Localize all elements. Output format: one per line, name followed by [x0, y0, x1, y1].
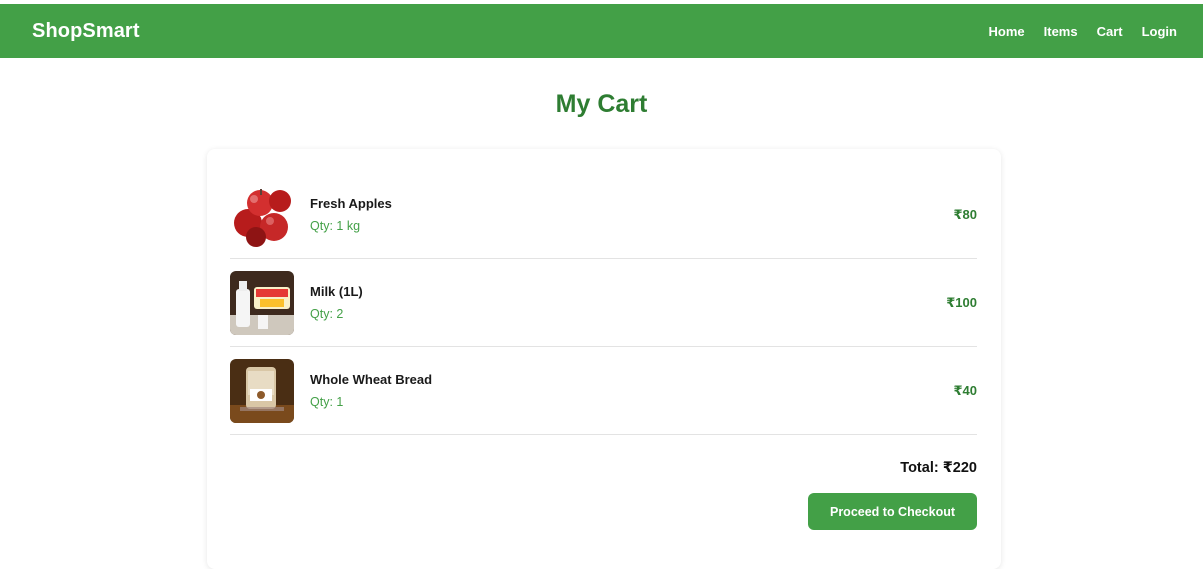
- main-nav: Home Items Cart Login: [970, 24, 1178, 39]
- item-quantity: Qty: 2: [310, 307, 344, 321]
- cart-card: Fresh Apples Qty: 1 kg ₹80 Milk (1L) Qty…: [207, 149, 1001, 569]
- item-name: Milk (1L): [310, 284, 363, 299]
- cart-item: Milk (1L) Qty: 2 ₹100: [230, 259, 977, 347]
- nav-items-link[interactable]: Items: [1044, 24, 1078, 39]
- nav-cart-link[interactable]: Cart: [1097, 24, 1123, 39]
- proceed-to-checkout-button[interactable]: Proceed to Checkout: [808, 493, 977, 530]
- item-name: Fresh Apples: [310, 196, 392, 211]
- item-price: ₹80: [953, 206, 977, 222]
- top-navbar: ShopSmart Home Items Cart Login: [0, 4, 1203, 58]
- item-info: Whole Wheat Bread Qty: 1: [310, 372, 953, 409]
- cart-item: Whole Wheat Bread Qty: 1 ₹40: [230, 347, 977, 435]
- item-quantity: Qty: 1: [310, 395, 344, 409]
- item-price: ₹40: [953, 382, 977, 398]
- cart-total: Total: ₹220: [900, 460, 977, 476]
- item-info: Fresh Apples Qty: 1 kg: [310, 196, 953, 233]
- checkout-area: Proceed to Checkout: [230, 493, 977, 530]
- nav-login-link[interactable]: Login: [1142, 24, 1177, 39]
- nav-home-link[interactable]: Home: [989, 24, 1025, 39]
- milk-photo-icon: [230, 270, 294, 335]
- page-title: My Cart: [555, 90, 648, 118]
- item-price: ₹100: [946, 294, 977, 310]
- item-quantity: Qty: 1 kg: [310, 219, 361, 233]
- cart-item: Fresh Apples Qty: 1 kg ₹80: [230, 171, 977, 259]
- item-info: Milk (1L) Qty: 2: [310, 284, 946, 321]
- item-name: Whole Wheat Bread: [310, 372, 433, 387]
- brand-logo[interactable]: ShopSmart: [32, 20, 140, 43]
- apples-photo-icon: [230, 182, 294, 247]
- bread-photo-icon: [230, 358, 294, 423]
